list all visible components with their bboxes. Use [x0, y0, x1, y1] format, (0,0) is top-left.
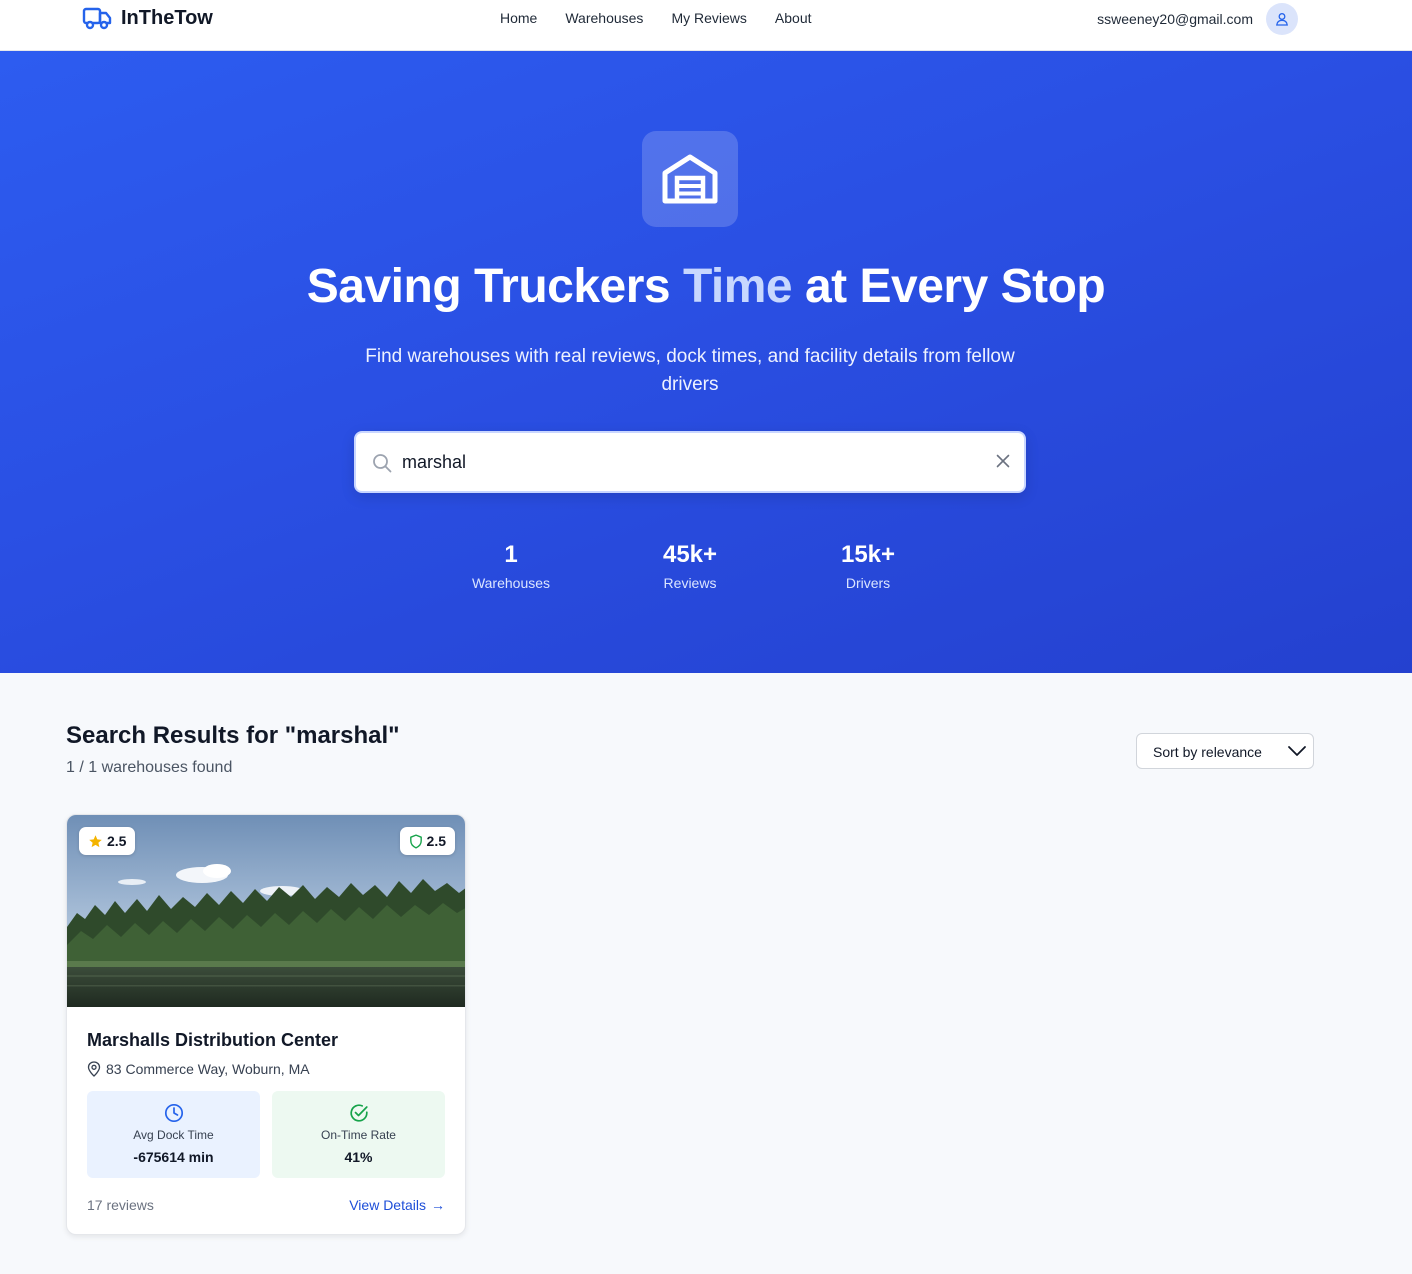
results-count: 1 / 1 warehouses found — [66, 759, 233, 776]
search-bar — [354, 431, 1026, 493]
clock-icon — [164, 1103, 183, 1123]
top-nav: InTheTow Home Warehouses My Reviews Abou… — [0, 0, 1412, 51]
stat-label: Drivers — [845, 575, 891, 591]
stat-label: Reviews — [663, 575, 717, 591]
address-text: 83 Commerce Way, Woburn, MA — [106, 1061, 310, 1077]
clear-search-icon[interactable] — [996, 454, 1010, 468]
stat-value: 1 — [504, 541, 518, 568]
check-circle-icon — [349, 1104, 368, 1122]
nav-link-my-reviews[interactable]: My Reviews — [671, 10, 746, 26]
on-time-metric: On-Time Rate 41% — [272, 1091, 445, 1178]
metric-icon-wrap — [272, 1103, 445, 1123]
search-icon — [373, 454, 392, 473]
nav-link-warehouses[interactable]: Warehouses — [565, 10, 643, 26]
warehouse-photo: 2.5 2.5 — [67, 815, 465, 1007]
user-avatar-button[interactable] — [1266, 3, 1298, 35]
star-icon — [89, 834, 102, 847]
map-pin-icon — [87, 1061, 101, 1077]
view-details-link[interactable]: View Details → — [349, 1197, 445, 1213]
hero-title: Saving Truckers Time at Every Stop — [0, 259, 1412, 314]
safety-badge: 2.5 — [399, 827, 455, 855]
hero-section: Saving Truckers Time at Every Stop Find … — [0, 51, 1412, 673]
nav-link-home[interactable]: Home — [500, 10, 537, 26]
view-details-label: View Details — [349, 1197, 426, 1213]
rating-value: 2.5 — [107, 833, 127, 849]
on-time-label: On-Time Rate — [321, 1128, 396, 1142]
user-email: ssweeney20@gmail.com — [1097, 11, 1253, 27]
hero-title-accent: Time — [682, 260, 793, 313]
stat-value: 45k+ — [662, 541, 718, 568]
warehouse-card[interactable]: 2.5 2.5 Marshalls Distribution Center 83… — [66, 814, 466, 1235]
search-input[interactable] — [402, 447, 972, 477]
stat-warehouses: 1 Warehouses — [441, 541, 581, 591]
on-time-value: 41% — [344, 1149, 373, 1165]
dock-time-value: -675614 min — [133, 1149, 214, 1165]
warehouse-name[interactable]: Marshalls Distribution Center — [87, 1030, 338, 1051]
nav-link-about[interactable]: About — [775, 10, 812, 26]
results-title: Search Results for "marshal" — [66, 722, 400, 749]
hero-title-end: at Every Stop — [792, 260, 1106, 313]
brand-logo[interactable]: InTheTow — [82, 4, 213, 32]
safety-value: 2.5 — [426, 833, 446, 849]
chevron-down-icon — [1288, 746, 1306, 756]
hero-subtitle: Find warehouses with real reviews, dock … — [365, 346, 1015, 395]
metric-icon-wrap — [87, 1103, 260, 1123]
stat-reviews: 45k+ Reviews — [620, 541, 760, 591]
warehouse-badge — [642, 131, 738, 227]
arrow-right-icon: → — [431, 1197, 445, 1213]
sort-select[interactable]: Sort by relevance — [1136, 733, 1314, 769]
truck-icon — [82, 7, 112, 30]
brand-name: InTheTow — [121, 6, 213, 29]
stat-value: 15k+ — [840, 541, 896, 568]
hero-title-start: Saving Truckers — [306, 260, 683, 313]
nav-links: Home Warehouses My Reviews About — [500, 10, 840, 26]
user-menu: ssweeney20@gmail.com — [1097, 3, 1298, 35]
review-count: 17 reviews — [87, 1197, 154, 1213]
sort-selected-value: Sort by relevance — [1153, 744, 1262, 760]
stat-label: Warehouses — [471, 575, 551, 591]
user-icon — [1276, 13, 1288, 26]
warehouse-icon — [662, 154, 718, 204]
shield-icon — [409, 833, 422, 849]
warehouse-address: 83 Commerce Way, Woburn, MA — [87, 1061, 310, 1077]
dock-time-metric: Avg Dock Time -675614 min — [87, 1091, 260, 1178]
rating-badge: 2.5 — [79, 827, 136, 855]
stat-drivers: 15k+ Drivers — [798, 541, 938, 591]
dock-time-label: Avg Dock Time — [133, 1128, 214, 1142]
